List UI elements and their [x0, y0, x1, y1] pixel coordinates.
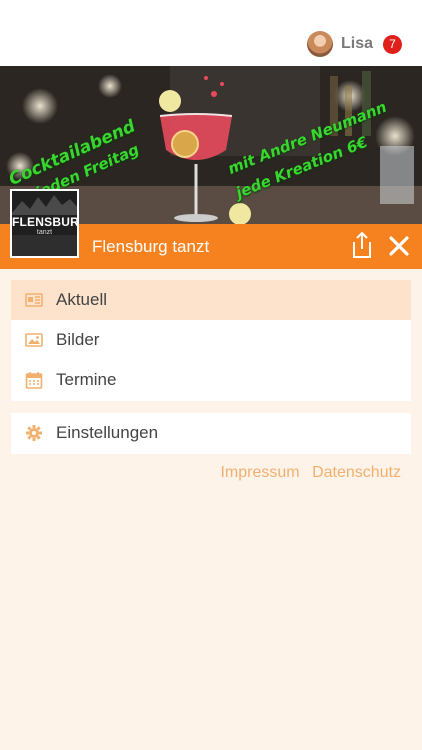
username[interactable]: Lisa [341, 35, 373, 53]
menu-item-bilder[interactable]: Bilder [11, 320, 411, 360]
gear-icon [26, 425, 42, 441]
menu-item-label: Aktuell [56, 290, 108, 309]
image-icon [25, 333, 43, 347]
share-icon[interactable] [350, 231, 374, 259]
menu-item-label: Bilder [56, 330, 100, 349]
logo-subtext: tanzt [36, 229, 53, 236]
news-icon [25, 293, 43, 307]
menu-item-einstellungen[interactable]: Einstellungen [11, 413, 411, 453]
top-bar: Lisa 7 [0, 0, 422, 66]
menu-item-label: Einstellungen [56, 423, 159, 442]
menu-item-aktuell[interactable]: Aktuell [11, 280, 411, 320]
datenschutz-link[interactable]: Datenschutz [312, 464, 401, 481]
notification-badge[interactable]: 7 [383, 34, 402, 54]
settings-menu: Einstellungen [11, 413, 411, 454]
user-profile[interactable]: Lisa 7 [306, 29, 402, 59]
menu-item-label: Termine [56, 370, 117, 389]
impressum-link[interactable]: Impressum [220, 464, 299, 481]
logo-text: FLENSBURG [12, 215, 79, 229]
footer-links: Impressum Datenschutz [212, 464, 401, 482]
close-icon[interactable] [388, 235, 410, 257]
calendar-icon [25, 372, 43, 389]
menu-item-termine[interactable]: Termine [11, 360, 411, 400]
club-logo: FLENSBURG tanzt [10, 189, 79, 258]
club-title: Flensburg tanzt [92, 237, 210, 256]
avatar[interactable] [306, 31, 333, 57]
main-menu: Aktuell Bilder Termine [11, 280, 411, 401]
